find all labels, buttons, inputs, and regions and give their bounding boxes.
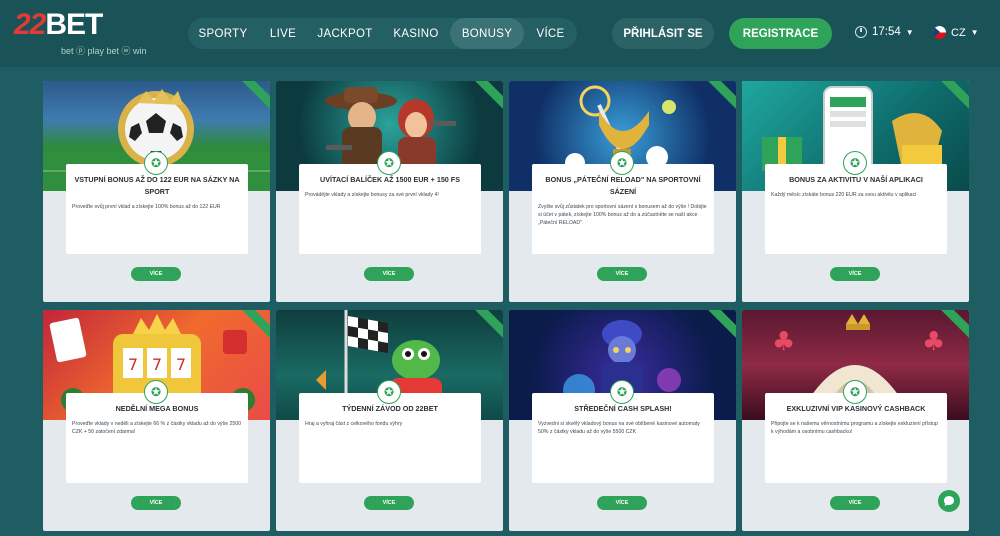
register-button[interactable]: REGISTRACE [729,18,832,49]
card-content: STŘEDEČNÍ CASH SPLASH! Vyzvedni si skvěl… [532,393,714,483]
card-title: STŘEDEČNÍ CASH SPLASH! [574,404,672,413]
bonus-card: TÝDENNÍ ZÁVOD OD 22BET Hraj a vyhraj čás… [276,310,503,531]
card-content: BONUS „PÁTEČNÍ RELOAD" NA SPORTOVNÍ SÁZE… [532,164,714,254]
badge-ball-icon: ✪ [144,380,168,404]
badge-ball-icon: ✪ [144,151,168,175]
card-content: EXKLUZIVNÍ VIP KASINOVÝ CASHBACK Připojt… [765,393,947,483]
card-description: Připojte se k našemu věrnostnímu program… [771,421,938,435]
badge-ball-icon: ✪ [377,151,401,175]
nav-item-sporty[interactable]: SPORTY [188,18,258,49]
svg-text:♣: ♣ [922,327,945,357]
card-title: UVÍTACÍ BALÍČEK AŽ 1500 EUR + 150 FS [320,175,460,184]
more-button[interactable]: VÍCE [131,267,181,281]
chevron-down-icon: ▼ [905,27,914,37]
more-button[interactable]: VÍCE [597,496,647,510]
card-content: UVÍTACÍ BALÍČEK AŽ 1500 EUR + 150 FS Pro… [299,164,481,254]
nav-item-jackpot[interactable]: JACKPOT [308,18,382,49]
more-button[interactable]: VÍCE [131,496,181,510]
bonus-card: 7 7 7 NEDĚLNÍ MEGA BONUS Proveďte vklady… [43,310,270,531]
bonus-card: STŘEDEČNÍ CASH SPLASH! Vyzvedni si skvěl… [509,310,736,531]
logo[interactable]: 22BET bet ⓟ play bet ⓦ win [14,8,164,58]
nav-item-kasino[interactable]: KASINO [382,18,450,49]
card-content: BONUS ZA AKTIVITU V NAŠÍ APLIKACI Každý … [765,164,947,254]
nav-item-vice[interactable]: VÍCE [524,18,577,49]
top-header: 22BET bet ⓟ play bet ⓦ win SPORTY LIVE J… [0,0,1000,67]
bonus-card: ♣ ♣ EXKLUZIVNÍ VIP KASINOVÝ CASHBACK Při… [742,310,969,531]
czech-flag-icon [933,26,946,39]
time-selector[interactable]: 17:54 ▼ [855,26,914,38]
card-description: Každý měsíc získáte bonus 220 EUR za svo… [771,192,917,198]
chat-button[interactable] [938,490,960,512]
svg-text:7: 7 [176,355,186,374]
card-title: NEDĚLNÍ MEGA BONUS [115,404,199,413]
card-title: TÝDENNÍ ZÁVOD OD 22BET [342,404,438,413]
language-code: CZ [951,26,966,39]
badge-ball-icon: ✪ [377,380,401,404]
nav-item-live[interactable]: LIVE [258,18,308,49]
more-button[interactable]: VÍCE [830,496,880,510]
login-button[interactable]: PŘIHLÁSIT SE [612,18,714,49]
badge-ball-icon: ✪ [843,380,867,404]
more-button[interactable]: VÍCE [597,267,647,281]
card-description: Proveďte vklady v neděli a získejte 66 %… [72,421,241,435]
svg-text:7: 7 [152,355,162,374]
card-title: BONUS ZA AKTIVITU V NAŠÍ APLIKACI [789,175,923,184]
badge-ball-icon: ✪ [843,151,867,175]
logo-bet: BET [45,8,103,41]
card-content: TÝDENNÍ ZÁVOD OD 22BET Hraj a vyhraj čás… [299,393,481,483]
svg-text:7: 7 [128,355,138,374]
nav-item-bonusy[interactable]: BONUSY [450,18,524,49]
main-nav: SPORTY LIVE JACKPOT KASINO BONUSY VÍCE [188,18,577,49]
bonus-card: BONUS „PÁTEČNÍ RELOAD" NA SPORTOVNÍ SÁZE… [509,81,736,302]
badge-ball-icon: ✪ [610,151,634,175]
chevron-down-icon: ▼ [970,28,979,37]
card-description: Zvyšte svůj zůstatek pro sportovní sázen… [538,204,707,226]
card-description: Hraj a vyhraj část z celkového fondu výh… [305,421,403,427]
badge-ball-icon: ✪ [610,380,634,404]
card-title: EXKLUZIVNÍ VIP KASINOVÝ CASHBACK [786,404,926,413]
more-button[interactable]: VÍCE [364,496,414,510]
time-value: 17:54 [872,26,901,38]
logo-tagline: bet ⓟ play bet ⓦ win [61,46,147,56]
svg-text:♣: ♣ [772,327,795,357]
logo-22: 22 [14,8,46,41]
card-description: Vyzvedni si skvělý vkladový bonus na své… [538,421,700,435]
more-button[interactable]: VÍCE [364,267,414,281]
bonus-card: UVÍTACÍ BALÍČEK AŽ 1500 EUR + 150 FS Pro… [276,81,503,302]
bonus-card: BONUS ZA AKTIVITU V NAŠÍ APLIKACI Každý … [742,81,969,302]
card-title: BONUS „PÁTEČNÍ RELOAD" NA SPORTOVNÍ SÁZE… [545,175,701,196]
logo-wordmark: 22BET [14,8,103,42]
language-selector[interactable]: CZ ▼ [933,26,979,39]
bonus-card: VSTUPNÍ BONUS AŽ DO 122 EUR NA SÁZKY NA … [43,81,270,302]
card-content: VSTUPNÍ BONUS AŽ DO 122 EUR NA SÁZKY NA … [66,164,248,254]
card-description: Proveďte svůj první vklad a získejte 100… [72,204,221,210]
more-button[interactable]: VÍCE [830,267,880,281]
card-content: NEDĚLNÍ MEGA BONUS Proveďte vklady v ned… [66,393,248,483]
chat-bubble-icon [944,496,954,506]
card-title: VSTUPNÍ BONUS AŽ DO 122 EUR NA SÁZKY NA … [74,175,240,196]
card-description: Provádějte vklady a získejte bonusy za s… [305,192,439,198]
clock-icon [855,26,867,38]
